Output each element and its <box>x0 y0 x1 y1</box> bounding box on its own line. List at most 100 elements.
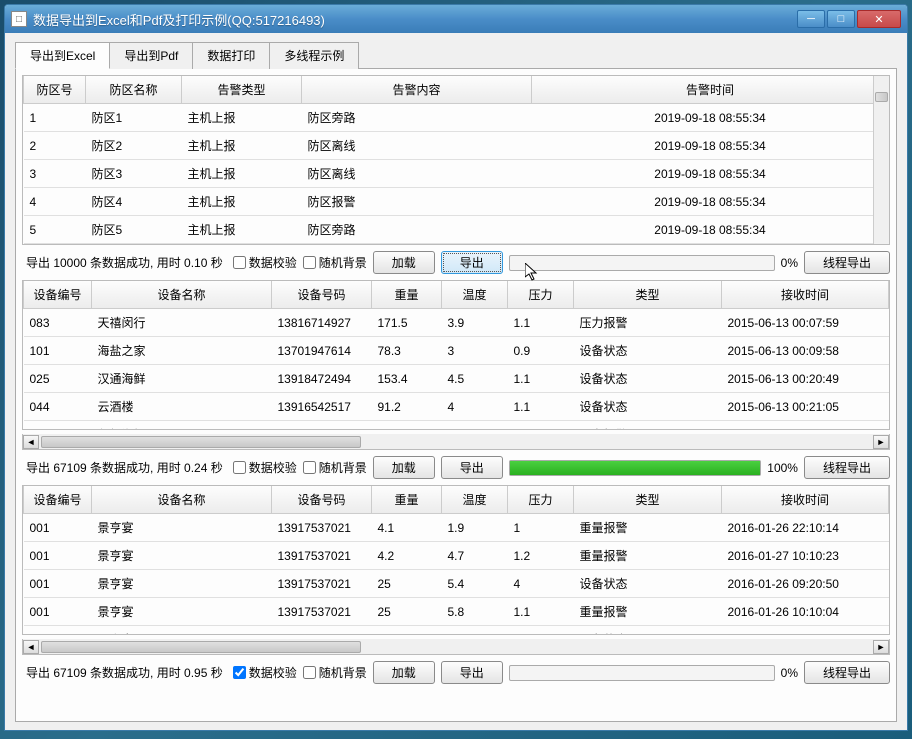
grid1[interactable]: 防区号 防区名称 告警类型 告警内容 告警时间 1防区1主机上报防区旁路2019… <box>23 76 889 245</box>
table-cell[interactable]: 001 <box>24 514 92 542</box>
table-cell[interactable]: 防区1 <box>86 104 182 132</box>
table-cell[interactable]: 13917537021 <box>272 542 372 570</box>
table-cell[interactable]: 设备状态 <box>574 393 722 421</box>
table-cell[interactable]: 4.7 <box>442 542 508 570</box>
table-cell[interactable]: 1.1 <box>508 598 574 626</box>
table-cell[interactable]: 13916542517 <box>272 393 372 421</box>
table-cell[interactable]: 主机上报 <box>182 160 302 188</box>
table-cell[interactable]: 设备状态 <box>574 365 722 393</box>
table-cell[interactable]: 2015-06-13 00:40:40 <box>722 421 889 431</box>
thread-export-button-1[interactable]: 线程导出 <box>804 251 890 274</box>
table-row[interactable]: 001景亨宴139175370214.24.71.2重量报警2016-01-27… <box>24 542 889 570</box>
table-cell[interactable]: 防区离线 <box>302 160 532 188</box>
table-cell[interactable]: 2019-09-18 08:55:34 <box>532 216 889 244</box>
table-cell[interactable]: 001 <box>24 626 92 636</box>
table-header[interactable]: 设备号码 <box>272 281 372 309</box>
tab-export-excel[interactable]: 导出到Excel <box>15 42 110 69</box>
table-cell[interactable]: 2019-09-18 08:55:34 <box>532 104 889 132</box>
table-cell[interactable]: 171.5 <box>372 309 442 337</box>
grid2[interactable]: 设备编号设备名称设备号码重量温度压力类型接收时间 083天禧闵行13816714… <box>23 281 889 430</box>
table-cell[interactable]: 3.9 <box>442 309 508 337</box>
table-cell[interactable]: 25 <box>372 570 442 598</box>
table-header[interactable]: 设备号码 <box>272 486 372 514</box>
table-cell[interactable]: 13917537021 <box>272 598 372 626</box>
table-cell[interactable]: 2016-01-26 22:10:14 <box>722 514 889 542</box>
table-cell[interactable]: 3 <box>442 337 508 365</box>
scroll-thumb[interactable] <box>41 641 361 653</box>
table-header[interactable]: 类型 <box>574 486 722 514</box>
table-cell[interactable]: 防区4 <box>86 188 182 216</box>
table-cell[interactable]: 2015-06-13 00:20:49 <box>722 365 889 393</box>
table-cell[interactable]: 主机上报 <box>182 188 302 216</box>
table-row[interactable]: 025汉通海鲜13918472494153.44.51.1设备状态2015-06… <box>24 365 889 393</box>
table-cell[interactable]: 6 <box>24 244 86 246</box>
table-cell[interactable]: 设备状态 <box>574 337 722 365</box>
table-header[interactable]: 压力 <box>508 281 574 309</box>
chk-verify-2[interactable]: 数据校验 <box>233 459 297 476</box>
table-row[interactable]: 2防区2主机上报防区离线2019-09-18 08:55:34 <box>24 132 889 160</box>
table-row[interactable]: 6防区6主机上报防区旁路2019-09-18 08:55:34 <box>24 244 889 246</box>
table-cell[interactable]: 设备状态 <box>574 570 722 598</box>
tab-print[interactable]: 数据打印 <box>192 42 270 69</box>
table-cell[interactable]: 1 <box>508 514 574 542</box>
table-row[interactable]: 101海盐之家1370194761478.330.9设备状态2015-06-13… <box>24 337 889 365</box>
table-cell[interactable]: 防区2 <box>86 132 182 160</box>
table-cell[interactable]: 13016025441 <box>272 421 372 431</box>
load-button-3[interactable]: 加载 <box>373 661 435 684</box>
table-cell[interactable]: 1.1 <box>508 365 574 393</box>
table-cell[interactable]: 化新海鲜 <box>92 421 272 431</box>
table-cell[interactable]: 防区报警 <box>302 188 532 216</box>
table-cell[interactable]: 景亨宴 <box>92 542 272 570</box>
table-cell[interactable]: 防区5 <box>86 216 182 244</box>
load-button-2[interactable]: 加载 <box>373 456 435 479</box>
table-cell[interactable]: 压力报警 <box>574 421 722 431</box>
table-cell[interactable]: 汉通海鲜 <box>92 365 272 393</box>
grid3[interactable]: 设备编号设备名称设备号码重量温度压力类型接收时间 001景亨宴139175370… <box>23 486 889 635</box>
chk-random-1[interactable]: 随机背景 <box>303 254 367 271</box>
table-cell[interactable]: 景亨宴 <box>92 570 272 598</box>
table-cell[interactable]: 重量报警 <box>574 542 722 570</box>
table-cell[interactable]: 044 <box>24 393 92 421</box>
table-cell[interactable]: 4 <box>508 570 574 598</box>
table-header[interactable]: 重量 <box>372 486 442 514</box>
table-cell[interactable]: 天禧闵行 <box>92 309 272 337</box>
grid1-header[interactable]: 防区名称 <box>86 76 182 104</box>
table-cell[interactable]: 2019-09-18 08:55:34 <box>532 244 889 246</box>
table-cell[interactable]: 78.3 <box>372 337 442 365</box>
table-row[interactable]: 008化新海鲜1301602544188.22.21.1压力报警2015-06-… <box>24 421 889 431</box>
table-cell[interactable]: 153.4 <box>372 365 442 393</box>
table-cell[interactable]: 4 <box>442 393 508 421</box>
table-cell[interactable]: 0.9 <box>508 337 574 365</box>
table-header[interactable]: 温度 <box>442 281 508 309</box>
table-cell[interactable]: 2019-09-18 08:55:34 <box>532 160 889 188</box>
table-cell[interactable]: 2016-01-27 10:10:23 <box>722 542 889 570</box>
table-cell[interactable]: 防区3 <box>86 160 182 188</box>
table-row[interactable]: 1防区1主机上报防区旁路2019-09-18 08:55:34 <box>24 104 889 132</box>
table-cell[interactable]: 20.2 <box>442 626 508 636</box>
tab-multithread[interactable]: 多线程示例 <box>269 42 359 69</box>
table-cell[interactable]: 防区旁路 <box>302 216 532 244</box>
table-cell[interactable]: 88.2 <box>372 421 442 431</box>
table-cell[interactable]: 1.2 <box>508 542 574 570</box>
table-cell[interactable]: 主机上报 <box>182 132 302 160</box>
table-cell[interactable]: 13701947614 <box>272 337 372 365</box>
table-row[interactable]: 4防区4主机上报防区报警2019-09-18 08:55:34 <box>24 188 889 216</box>
table-cell[interactable]: 083 <box>24 309 92 337</box>
table-cell[interactable]: 重量报警 <box>574 598 722 626</box>
chk-random-3[interactable]: 随机背景 <box>303 664 367 681</box>
table-cell[interactable]: 001 <box>24 570 92 598</box>
table-cell[interactable]: 1.9 <box>442 514 508 542</box>
table-cell[interactable]: 2015-06-13 00:07:59 <box>722 309 889 337</box>
table-header[interactable]: 压力 <box>508 486 574 514</box>
scroll-thumb[interactable] <box>875 92 888 102</box>
table-cell[interactable]: 防区旁路 <box>302 244 532 246</box>
table-cell[interactable]: 13816714927 <box>272 309 372 337</box>
table-row[interactable]: 001景亨宴13917537021255.44设备状态2016-01-26 09… <box>24 570 889 598</box>
load-button-1[interactable]: 加载 <box>373 251 435 274</box>
table-cell[interactable]: 主机上报 <box>182 104 302 132</box>
table-cell[interactable]: 1.2 <box>508 626 574 636</box>
table-row[interactable]: 001景亨宴13917537021255.81.1重量报警2016-01-26 … <box>24 598 889 626</box>
table-cell[interactable]: 001 <box>24 542 92 570</box>
export-button-1[interactable]: 导出 <box>441 251 503 274</box>
table-cell[interactable]: 13918804601 <box>272 626 372 636</box>
